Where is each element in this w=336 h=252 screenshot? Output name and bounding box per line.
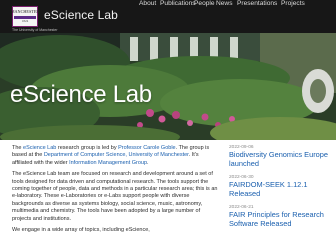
logo-caption: The University of Manchester [12,28,58,32]
nav-people[interactable]: People [194,0,215,7]
intro-paragraph-2: The eScience Lab team are focused on res… [12,171,218,222]
news-sidebar: 2022-09-06 Biodiversity Genomics Europe … [229,145,329,236]
news-title-link[interactable]: FAIR Principles for Research Software Re… [229,211,329,228]
news-item[interactable]: 2022-06-21 FAIR Principles for Research … [229,205,329,228]
site-title-link[interactable]: eScience Lab [44,8,118,22]
top-navbar: MANCHESTER 1824 The University of Manche… [0,0,336,33]
logo-text-bottom: 1824 [21,18,29,23]
news-item[interactable]: 2022-09-06 Biodiversity Genomics Europe … [229,145,329,168]
intro-text: . [147,159,149,166]
nav-presentations[interactable]: Presentations [237,0,277,7]
news-item[interactable]: 2022-06-30 FAIRDOM-SEEK 1.12.1 Released [229,175,329,198]
intro-section: The eScience Lab research group is led b… [12,145,218,238]
intro-paragraph-1: The eScience Lab research group is led b… [12,145,218,167]
logo-text-top: MANCHESTER [10,9,40,15]
hero-banner: eScience Lab [0,33,336,140]
intro-text: research group is led by [56,145,119,151]
university-logo[interactable]: MANCHESTER 1824 [10,6,40,27]
nav-publications[interactable]: Publications [160,0,196,7]
intro-text: The [12,145,24,151]
nav-about[interactable]: About [139,0,156,7]
intro-paragraph-3: We engage in a wide array of topics, inc… [12,227,150,234]
department-link[interactable]: Department of Computer Science, Universi… [44,152,189,158]
news-title-link[interactable]: Biodiversity Genomics Europe launched [229,150,329,168]
carole-goble-link[interactable]: Professor Carole Goble [118,145,175,151]
img-group-link[interactable]: Information Management Group [69,160,147,166]
escience-lab-link[interactable]: eScience Lab [23,145,56,151]
nav-news[interactable]: News [216,0,233,7]
news-title-link[interactable]: FAIRDOM-SEEK 1.12.1 Released [229,180,329,198]
nav-projects[interactable]: Projects [281,0,305,7]
hero-title: eScience Lab [10,81,152,108]
